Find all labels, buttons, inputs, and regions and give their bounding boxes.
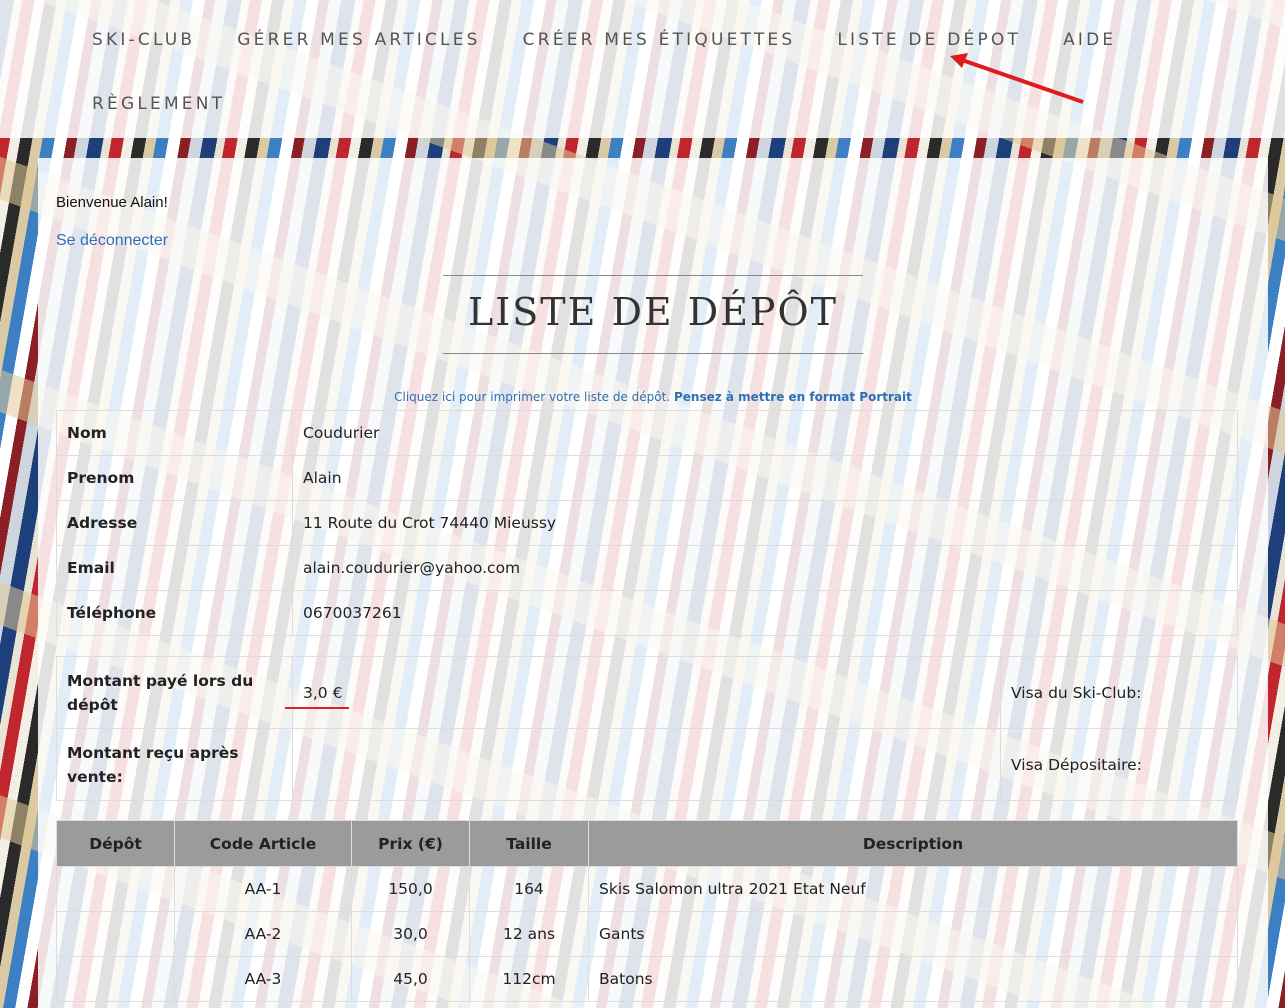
nav-row-1: SKI-CLUB GÉRER MES ARTICLES CRÉER MES ÉT… — [92, 30, 1158, 50]
nav-row-2: RÈGLEMENT — [92, 94, 267, 114]
items-table: Dépôt Code Article Prix (€) Taille Descr… — [56, 820, 1238, 1002]
received-label: Montant reçu après vente: — [56, 728, 293, 801]
info-label: Prenom — [56, 455, 293, 501]
cell-taille: 112cm — [469, 956, 589, 1002]
table-row: Email alain.coudurier@yahoo.com — [56, 545, 1238, 591]
received-value — [292, 728, 1001, 801]
info-label: Téléphone — [56, 590, 293, 636]
cell-prix: 150,0 — [351, 866, 470, 912]
col-header-depot: Dépôt — [56, 820, 175, 867]
welcome-message: Bienvenue Alain! — [56, 194, 168, 211]
table-header-row: Dépôt Code Article Prix (€) Taille Descr… — [56, 820, 1238, 867]
table-row: AA-2 30,0 12 ans Gants — [56, 911, 1238, 957]
info-value: 0670037261 — [292, 590, 1238, 636]
cell-description: Batons — [588, 956, 1238, 1002]
table-row: Prenom Alain — [56, 455, 1238, 501]
col-header-taille: Taille — [469, 820, 589, 867]
paid-cell: 3,0 € — [285, 656, 1001, 729]
table-row: Adresse 11 Route du Crot 74440 Mieussy — [56, 500, 1238, 546]
page-title: LISTE DE DÉPÔT — [468, 290, 838, 334]
table-row: Montant payé lors du dépôt 3,0 € Visa du… — [56, 656, 1238, 729]
cell-description: Skis Salomon ultra 2021 Etat Neuf — [588, 866, 1238, 912]
paid-amount: 3,0 € — [303, 683, 343, 702]
cell-taille: 164 — [469, 866, 589, 912]
table-row: Montant reçu après vente: Visa Dépositai… — [56, 728, 1238, 801]
cell-taille: 12 ans — [469, 911, 589, 957]
print-link[interactable]: Cliquez ici pour imprimer votre liste de… — [394, 390, 670, 404]
info-value: Alain — [292, 455, 1238, 501]
cell-prix: 45,0 — [351, 956, 470, 1002]
visa-club: Visa du Ski-Club: — [1000, 656, 1238, 729]
depositor-info-table: Nom Coudurier Prenom Alain Adresse 11 Ro… — [56, 410, 1238, 636]
cell-prix: 30,0 — [351, 911, 470, 957]
annotation-underline — [285, 706, 349, 709]
info-label: Adresse — [56, 500, 293, 546]
cell-description: Gants — [588, 911, 1238, 957]
cell-depot — [56, 911, 175, 957]
logout-link[interactable]: Se déconnecter — [56, 232, 168, 250]
cell-code: AA-1 — [174, 866, 352, 912]
cell-code: AA-2 — [174, 911, 352, 957]
nav-reglement[interactable]: RÈGLEMENT — [92, 94, 225, 114]
info-value: 11 Route du Crot 74440 Mieussy — [292, 500, 1238, 546]
nav-ski-club[interactable]: SKI-CLUB — [92, 30, 195, 50]
visa-depositaire: Visa Dépositaire: — [1000, 728, 1238, 801]
col-header-description: Description — [588, 820, 1238, 867]
info-value: Coudurier — [292, 410, 1238, 456]
cell-code: AA-3 — [174, 956, 352, 1002]
nav-gerer-articles[interactable]: GÉRER MES ARTICLES — [237, 30, 480, 50]
nav-liste-depot[interactable]: LISTE DE DÉPOT — [837, 30, 1021, 50]
info-label: Email — [56, 545, 293, 591]
nav-creer-etiquettes[interactable]: CRÉER MES ÉTIQUETTES — [523, 30, 796, 50]
print-portrait-note[interactable]: Pensez à mettre en format Portrait — [674, 390, 912, 404]
col-header-prix: Prix (€) — [351, 820, 470, 867]
main-panel: Bienvenue Alain! Se déconnecter LISTE DE… — [38, 158, 1268, 1008]
annotation-arrow-icon — [950, 53, 1084, 104]
info-label: Nom — [56, 410, 293, 456]
table-row: AA-1 150,0 164 Skis Salomon ultra 2021 E… — [56, 866, 1238, 912]
cell-depot — [56, 956, 175, 1002]
info-value: alain.coudurier@yahoo.com — [292, 545, 1238, 591]
cell-depot — [56, 866, 175, 912]
title-rule-top — [443, 275, 863, 276]
amount-table: Montant payé lors du dépôt 3,0 € Visa du… — [56, 656, 1238, 801]
col-header-code: Code Article — [174, 820, 352, 867]
print-instruction[interactable]: Cliquez ici pour imprimer votre liste de… — [38, 390, 1268, 404]
title-rule-bottom — [443, 353, 863, 354]
table-row: Nom Coudurier — [56, 410, 1238, 456]
top-navigation: SKI-CLUB GÉRER MES ARTICLES CRÉER MES ÉT… — [0, 0, 1285, 138]
table-row: AA-3 45,0 112cm Batons — [56, 956, 1238, 1002]
paid-label: Montant payé lors du dépôt — [56, 656, 293, 729]
paid-value: 3,0 € — [285, 683, 349, 709]
nav-aide[interactable]: AIDE — [1063, 30, 1116, 50]
table-row: Téléphone 0670037261 — [56, 590, 1238, 636]
